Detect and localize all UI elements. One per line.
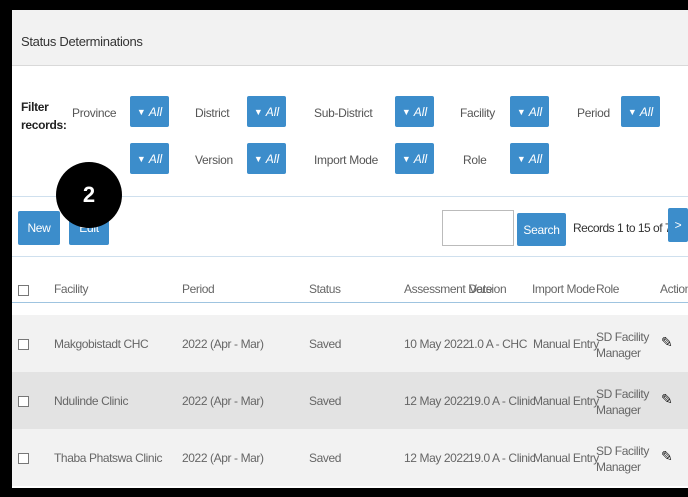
cell-status: Saved: [309, 337, 342, 351]
select-all-checkbox[interactable]: [18, 285, 29, 296]
filter-sub-district-button[interactable]: ▼ All: [395, 96, 434, 127]
filter-all-label: All: [413, 104, 428, 119]
filter-district-button[interactable]: ▼ All: [247, 96, 286, 127]
filter-all-label: All: [148, 104, 163, 119]
filter-funnel-icon: ▼: [401, 106, 411, 117]
column-header-actions: Actions: [660, 282, 688, 296]
filter-all-label: All: [528, 104, 543, 119]
filter-all-label: All: [639, 104, 654, 119]
filter-funnel-icon: ▼: [516, 106, 526, 117]
filter-label-district: District: [195, 106, 230, 120]
filter-all-label: All: [148, 151, 163, 166]
cell-version: 19.0 A - Clinic: [468, 451, 536, 465]
filter-all-label: All: [528, 151, 543, 166]
cell-role: SD Facility Manager: [596, 330, 649, 360]
filter-label-facility: Facility: [460, 106, 495, 120]
edit-record-icon[interactable]: ✎: [661, 448, 673, 465]
filter-import-mode-button[interactable]: ▼ All: [395, 143, 434, 174]
cell-period: 2022 (Apr - Mar): [182, 337, 264, 351]
table-header-divider: [12, 302, 688, 303]
filter-funnel-icon: ▼: [136, 153, 146, 164]
cell-import-mode: Manual Entry: [533, 394, 599, 408]
cell-assessment-date: 12 May 2022: [404, 394, 469, 408]
cell-import-mode: Manual Entry: [533, 337, 599, 351]
filter-funnel-icon: ▼: [253, 106, 263, 117]
column-header-period[interactable]: Period: [182, 282, 215, 296]
cell-status: Saved: [309, 451, 342, 465]
filter-records-label: Filter records:: [21, 100, 67, 132]
column-header-role[interactable]: Role: [596, 282, 619, 296]
cell-facility: Ndulinde Clinic: [54, 394, 129, 408]
edit-record-icon[interactable]: ✎: [661, 334, 673, 351]
filter-label-role: Role: [463, 153, 487, 167]
filter-facility-button[interactable]: ▼ All: [510, 96, 549, 127]
cell-version: 19.0 A - Clinic: [468, 394, 536, 408]
filter-period-button[interactable]: ▼ All: [621, 96, 660, 127]
cell-status: Saved: [309, 394, 342, 408]
row-checkbox[interactable]: [18, 339, 29, 350]
filter-all-label: All: [265, 104, 280, 119]
search-input[interactable]: [442, 210, 514, 246]
column-header-import-mode[interactable]: Import Mode: [532, 282, 595, 296]
filter-all-label: All: [265, 151, 280, 166]
filter-funnel-icon: ▼: [253, 153, 263, 164]
cell-period: 2022 (Apr - Mar): [182, 394, 264, 408]
filter-label-version: Version: [195, 153, 233, 167]
filter-province-button[interactable]: ▼ All: [130, 96, 169, 127]
toolbar-divider: [12, 256, 688, 257]
row-checkbox[interactable]: [18, 453, 29, 464]
status-determinations-panel: Status Determinations Filter records: Pr…: [12, 10, 688, 488]
panel-header: Status Determinations: [12, 10, 688, 66]
column-header-status[interactable]: Status: [309, 282, 341, 296]
filter-version-button[interactable]: ▼ All: [247, 143, 286, 174]
new-button[interactable]: New: [18, 211, 60, 245]
step-number-badge: 2: [56, 162, 122, 228]
table-row[interactable]: Thaba Phatswa Clinic 2022 (Apr - Mar) Sa…: [12, 429, 688, 486]
cell-facility: Thaba Phatswa Clinic: [54, 451, 163, 465]
filter-label-province: Province: [72, 106, 117, 120]
filter-funnel-icon: ▼: [401, 153, 411, 164]
filter-role-button[interactable]: ▼ All: [510, 143, 549, 174]
column-header-facility[interactable]: Facility: [54, 282, 89, 296]
filter-funnel-icon: ▼: [627, 106, 637, 117]
row-checkbox[interactable]: [18, 396, 29, 407]
page-title: Status Determinations: [21, 34, 143, 49]
filter-label-import-mode: Import Mode: [314, 153, 379, 167]
filter-label-period: Period: [577, 106, 610, 120]
table-row[interactable]: Makgobistadt CHC 2022 (Apr - Mar) Saved …: [12, 315, 688, 372]
next-page-button[interactable]: >: [668, 208, 688, 242]
cell-facility: Makgobistadt CHC: [54, 337, 149, 351]
column-header-version[interactable]: Version: [469, 282, 507, 296]
cell-period: 2022 (Apr - Mar): [182, 451, 264, 465]
cell-import-mode: Manual Entry: [533, 451, 599, 465]
cell-role: SD Facility Manager: [596, 387, 649, 417]
search-button[interactable]: Search: [517, 213, 566, 246]
table-row[interactable]: Ndulinde Clinic 2022 (Apr - Mar) Saved 1…: [12, 372, 688, 429]
filter-funnel-icon: ▼: [136, 106, 146, 117]
cell-version: 1.0 A - CHC: [468, 337, 527, 351]
filter-row2-first-button[interactable]: ▼ All: [130, 143, 169, 174]
cell-assessment-date: 12 May 2022: [404, 451, 469, 465]
cell-role: SD Facility Manager: [596, 444, 649, 474]
filter-all-label: All: [413, 151, 428, 166]
edit-record-icon[interactable]: ✎: [661, 391, 673, 408]
filter-funnel-icon: ▼: [516, 153, 526, 164]
cell-assessment-date: 10 May 2022: [404, 337, 469, 351]
filter-label-sub-district: Sub-District: [314, 106, 373, 120]
